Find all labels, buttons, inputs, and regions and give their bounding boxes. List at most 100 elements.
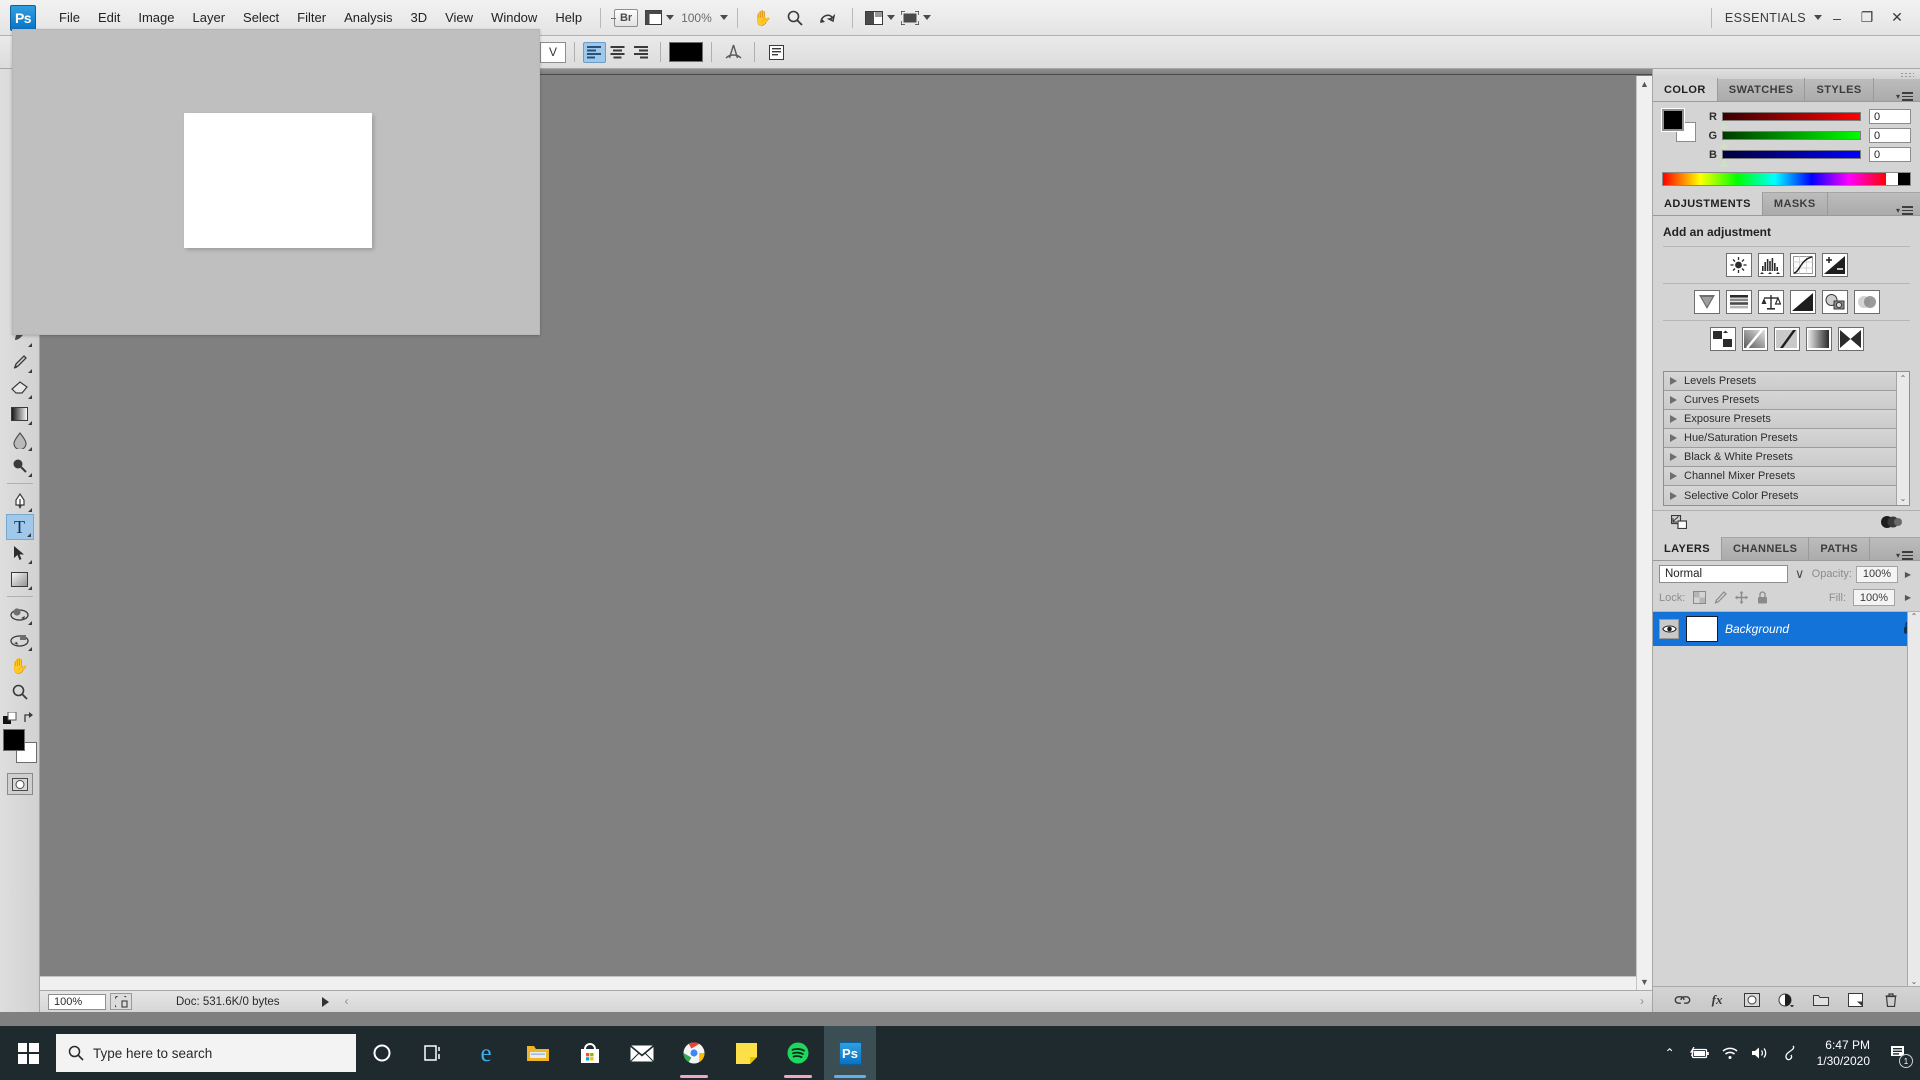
menu-3d[interactable]: 3D [401, 6, 436, 29]
preset-black-white[interactable]: Black & White Presets [1664, 448, 1896, 467]
taskbar-file-explorer[interactable] [512, 1026, 564, 1080]
lock-transparent-pixels-icon[interactable] [1692, 591, 1706, 605]
onedrive-pen-icon[interactable] [1775, 1026, 1805, 1080]
blue-value-field[interactable]: 0 [1869, 147, 1911, 162]
tab-masks[interactable]: MASKS [1763, 192, 1828, 215]
curves-icon[interactable] [1790, 253, 1816, 277]
toggle-character-paragraph-panels-icon[interactable] [763, 41, 789, 63]
tab-paths[interactable]: PATHS [1809, 537, 1870, 560]
taskbar-microsoft-edge[interactable]: e [460, 1026, 512, 1080]
launch-bridge-button[interactable]: Br [613, 6, 639, 30]
minimize-button[interactable]: – [1822, 5, 1852, 31]
new-fill-adjustment-layer-icon[interactable] [1776, 991, 1796, 1009]
taskbar-mail[interactable] [616, 1026, 668, 1080]
tool-3d-orbit[interactable] [6, 627, 34, 653]
link-layers-icon[interactable] [1672, 991, 1692, 1009]
adjustments-panel-menu-icon[interactable]: ▾ [1889, 206, 1920, 215]
color-panel-swatches[interactable] [1662, 109, 1696, 142]
font-dropdown-glyph[interactable]: V [540, 42, 566, 63]
hand-tool-icon[interactable]: ✋ [750, 6, 776, 30]
preset-levels[interactable]: Levels Presets [1664, 372, 1896, 391]
blue-slider-track[interactable] [1722, 150, 1861, 159]
posterize-icon[interactable] [1742, 327, 1768, 351]
menu-edit[interactable]: Edit [89, 6, 129, 29]
show-hidden-icons[interactable]: ⌃ [1655, 1026, 1685, 1080]
green-value-field[interactable]: 0 [1869, 128, 1911, 143]
opacity-field[interactable]: 100% [1856, 566, 1898, 583]
tool-hand[interactable]: ✋ [6, 653, 34, 679]
tab-styles[interactable]: STYLES [1805, 78, 1873, 101]
tool-pen[interactable] [6, 488, 34, 514]
scroll-up-arrow-icon[interactable]: ▲ [1637, 76, 1653, 92]
taskbar-clock[interactable]: 6:47 PM 1/30/2020 [1805, 1026, 1882, 1080]
tab-layers[interactable]: LAYERS [1653, 537, 1722, 560]
red-value-field[interactable]: 0 [1869, 109, 1911, 124]
adjustment-presets-icon[interactable] [1880, 515, 1902, 532]
align-left-button[interactable] [583, 42, 606, 63]
tool-history-brush[interactable] [6, 349, 34, 375]
exposure-icon[interactable] [1822, 253, 1848, 277]
canvas-horizontal-scrollbar[interactable] [40, 976, 1636, 990]
status-right-chevron-icon[interactable]: › [1640, 996, 1644, 1008]
align-right-button[interactable] [629, 42, 652, 63]
tool-type[interactable]: T [6, 514, 34, 540]
text-color-swatch[interactable] [669, 42, 703, 62]
floating-document-preview[interactable] [12, 29, 540, 335]
layer-thumbnail[interactable] [1686, 616, 1718, 642]
volume-icon[interactable] [1745, 1026, 1775, 1080]
taskbar-search-input[interactable]: Type here to search [56, 1034, 356, 1072]
brightness-contrast-icon[interactable] [1726, 253, 1752, 277]
taskbar-sticky-notes[interactable] [720, 1026, 772, 1080]
tool-burn[interactable] [6, 453, 34, 479]
menu-view[interactable]: View [436, 6, 482, 29]
blend-mode-chevron-down-icon[interactable]: ∨ [1792, 565, 1808, 583]
menu-analysis[interactable]: Analysis [335, 6, 401, 29]
foreground-background-color[interactable] [3, 729, 37, 763]
taskbar-microsoft-store[interactable] [564, 1026, 616, 1080]
preset-selective-color[interactable]: Selective Color Presets [1664, 486, 1896, 505]
new-layer-icon[interactable] [1846, 991, 1866, 1009]
color-spectrum-ramp[interactable] [1662, 172, 1911, 186]
menu-select[interactable]: Select [234, 6, 288, 29]
tab-color[interactable]: COLOR [1653, 78, 1718, 101]
canvas-vertical-scrollbar[interactable]: ▲ ▼ [1636, 76, 1652, 990]
invert-icon[interactable] [1710, 327, 1736, 351]
layers-panel-menu-icon[interactable]: ▾ [1889, 551, 1920, 560]
swap-colors-icon[interactable] [23, 712, 36, 725]
layer-mask-icon[interactable] [1742, 991, 1762, 1009]
expand-view-icon[interactable] [1671, 515, 1687, 532]
menu-help[interactable]: Help [546, 6, 591, 29]
layers-list-scrollbar[interactable]: ⌃ ⌄ [1907, 612, 1920, 986]
gradient-map-icon[interactable] [1806, 327, 1832, 351]
arrange-documents-icon[interactable] [865, 6, 895, 30]
tab-adjustments[interactable]: ADJUSTMENTS [1653, 192, 1763, 215]
levels-icon[interactable] [1758, 253, 1784, 277]
blend-mode-select[interactable]: Normal [1659, 565, 1788, 583]
start-button[interactable] [0, 1026, 56, 1080]
taskbar-cortana[interactable] [356, 1026, 408, 1080]
threshold-icon[interactable] [1774, 327, 1800, 351]
battery-icon[interactable] [1685, 1026, 1715, 1080]
tab-swatches[interactable]: SWATCHES [1718, 78, 1806, 101]
restore-button[interactable]: ❐ [1852, 5, 1882, 31]
fill-stepper-icon[interactable]: ▶ [1902, 589, 1914, 606]
workspace-chevron-down-icon[interactable] [1814, 15, 1822, 20]
photo-filter-icon[interactable] [1822, 290, 1848, 314]
layer-style-icon[interactable]: fx [1707, 991, 1727, 1009]
channel-mixer-icon[interactable] [1854, 290, 1880, 314]
lock-position-icon[interactable] [1734, 591, 1748, 605]
green-slider-track[interactable] [1722, 131, 1861, 140]
tool-eraser[interactable] [6, 375, 34, 401]
red-slider-track[interactable] [1722, 112, 1861, 121]
zoom-tool-icon[interactable] [782, 6, 808, 30]
tool-path-selection[interactable] [6, 540, 34, 566]
color-panel-foreground-swatch[interactable] [1662, 109, 1684, 131]
wifi-icon[interactable] [1715, 1026, 1745, 1080]
default-colors-icon[interactable] [3, 712, 17, 725]
menu-layer[interactable]: Layer [184, 6, 235, 29]
status-zoom-field[interactable]: 100% [48, 994, 106, 1010]
layer-row-background[interactable]: Background [1653, 612, 1920, 646]
tool-rectangle[interactable] [6, 566, 34, 592]
preset-channel-mixer[interactable]: Channel Mixer Presets [1664, 467, 1896, 486]
preset-exposure[interactable]: Exposure Presets [1664, 410, 1896, 429]
